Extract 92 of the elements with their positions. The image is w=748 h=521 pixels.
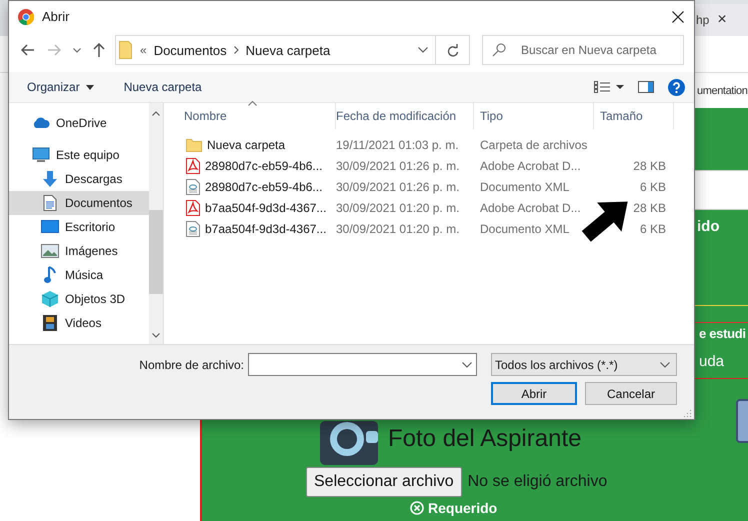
- cube-icon: [42, 291, 58, 307]
- music-note-icon: [44, 266, 56, 284]
- scrollbar[interactable]: [149, 103, 163, 344]
- scroll-up-icon[interactable]: [152, 111, 160, 116]
- back-icon[interactable]: [21, 44, 35, 56]
- overflow-chevron[interactable]: «: [140, 43, 147, 57]
- search-field[interactable]: Buscar en Nueva carpeta: [482, 35, 684, 65]
- folder-icon: [119, 41, 133, 59]
- table-cell: Documento XML: [480, 180, 570, 194]
- table-cell: 30/09/2021 01:26 p. m.: [336, 158, 460, 172]
- label-text: uda: [699, 353, 726, 370]
- choose-file-button[interactable]: Seleccionar archivo: [306, 467, 462, 497]
- column-header[interactable]: Nombre: [184, 103, 336, 129]
- preview-pane-icon[interactable]: [638, 81, 654, 93]
- file-name[interactable]: 28980d7c-eb59-4b6...: [205, 158, 322, 172]
- required-message: Requerido: [428, 500, 498, 516]
- table-cell: 28 KB: [633, 200, 666, 214]
- dialog-button[interactable]: Abrir: [491, 382, 577, 405]
- view-options-icon[interactable]: [594, 81, 624, 93]
- folder-icon: [186, 138, 202, 152]
- pdf-file-icon: [186, 158, 200, 174]
- file-type-dropdown[interactable]: Todos los archivos (*.*): [491, 353, 677, 376]
- nav-item[interactable]: Documentos: [9, 191, 149, 215]
- dialog-button[interactable]: Cancelar: [585, 382, 677, 405]
- round-logo-icon: [18, 8, 34, 24]
- resize-grip-icon[interactable]: [684, 409, 692, 417]
- picture-icon: [40, 244, 58, 258]
- table-cell: Documento XML: [480, 222, 570, 236]
- table-cell: 6 KB: [640, 222, 666, 236]
- new-folder-button[interactable]: Nueva carpeta: [116, 78, 210, 96]
- nav-item[interactable]: Objetos 3D: [9, 287, 149, 311]
- table-cell: 30/09/2021 01:20 p. m.: [336, 200, 460, 214]
- nav-item[interactable]: Descargas: [9, 167, 149, 191]
- table-cell: 30/09/2021 01:26 p. m.: [336, 180, 460, 194]
- film-icon: [42, 315, 56, 331]
- heading-text: e estudi: [699, 326, 747, 341]
- caret-icon: [86, 84, 94, 90]
- organize-menu[interactable]: Organizar: [19, 78, 102, 96]
- table-cell: 6 KB: [640, 180, 666, 194]
- nav-item[interactable]: Imágenes: [9, 239, 149, 263]
- download-icon: [42, 171, 58, 187]
- monitor-icon: [32, 147, 50, 163]
- dropdown-icon[interactable]: [418, 47, 428, 53]
- xml-file-icon: [186, 220, 200, 236]
- refresh-icon: [446, 44, 458, 56]
- file-name[interactable]: b7aa504f-9d3d-4367...: [205, 222, 326, 236]
- file-name[interactable]: Nueva carpeta: [207, 138, 286, 152]
- file-name-label: Nombre de archivo:: [139, 358, 244, 372]
- file-name-field[interactable]: [248, 353, 477, 376]
- nav-item[interactable]: Música: [9, 263, 149, 287]
- table-cell: Carpeta de archivos: [480, 138, 588, 152]
- search-icon: [492, 43, 506, 57]
- table-cell: 28 KB: [633, 158, 666, 172]
- error-icon: [410, 501, 424, 515]
- address-bar[interactable]: « Documentos Nueva carpeta: [115, 35, 470, 65]
- nav-item[interactable]: Escritorio: [9, 215, 149, 239]
- table-cell: 30/09/2021 01:20 p. m.: [336, 222, 460, 236]
- table-cell: Adobe Acrobat D...: [480, 158, 581, 172]
- table-cell: Adobe Acrobat D...: [480, 200, 581, 214]
- xml-file-icon: [186, 178, 200, 194]
- column-header[interactable]: Tamaño: [594, 103, 674, 129]
- bookmark-link[interactable]: umentation: [697, 84, 748, 96]
- column-header[interactable]: Tipo: [474, 103, 594, 129]
- dialog-title: Abrir: [42, 9, 70, 24]
- pdf-file-icon: [186, 200, 200, 216]
- file-name[interactable]: b7aa504f-9d3d-4367...: [205, 200, 326, 214]
- file-name[interactable]: 28980d7c-eb59-4b6...: [205, 180, 322, 194]
- frame-icon: [736, 399, 748, 443]
- heading-text: ido: [697, 218, 720, 235]
- document-icon: [42, 195, 56, 211]
- table-cell: 19/11/2021 01:03 p. m.: [336, 138, 459, 152]
- help-icon[interactable]: [668, 78, 685, 96]
- desktop-icon: [40, 220, 58, 234]
- camera-icon: [320, 421, 378, 465]
- column-header[interactable]: Fecha de modificación: [336, 103, 474, 129]
- chevron-down-icon[interactable]: [462, 362, 472, 368]
- file-status-text: No se eligió archivo: [468, 473, 608, 491]
- breadcrumb[interactable]: Documentos: [154, 42, 227, 58]
- chevron-down-icon: [660, 362, 670, 368]
- nav-item[interactable]: Videos: [9, 311, 149, 335]
- chevron-icon[interactable]: [234, 46, 239, 54]
- nav-item[interactable]: Este equipo: [9, 143, 149, 167]
- nav-item[interactable]: OneDrive: [9, 111, 149, 135]
- close-icon[interactable]: [672, 10, 684, 22]
- scroll-down-icon[interactable]: [152, 333, 160, 338]
- cloud-icon: [32, 117, 50, 129]
- breadcrumb[interactable]: Nueva carpeta: [246, 42, 330, 58]
- tab-close-button[interactable]: ×: [717, 11, 727, 29]
- sort-caret-icon: [248, 101, 257, 106]
- recent-dropdown-icon[interactable]: [73, 48, 81, 52]
- section-title: Foto del Aspirante: [388, 425, 582, 454]
- up-icon[interactable]: [93, 43, 105, 57]
